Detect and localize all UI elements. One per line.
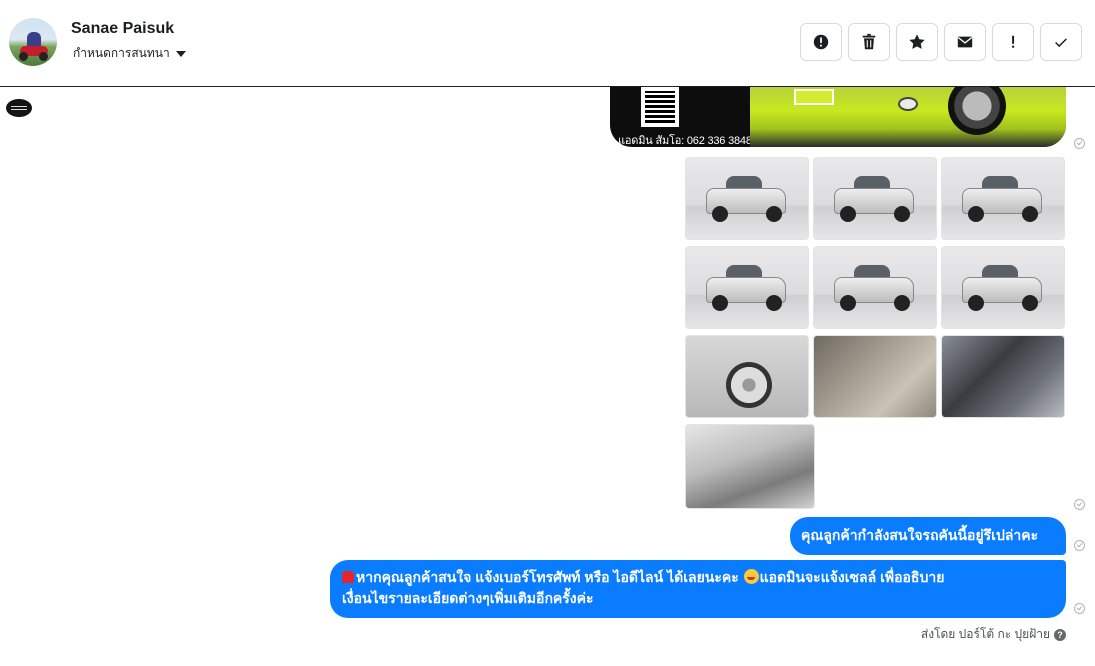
promo-banner-image[interactable]: แอดมิน สัมโอ: 062 336 3848	[610, 87, 1066, 147]
mark-unread-button[interactable]	[944, 23, 986, 61]
photo-wheel[interactable]	[685, 335, 809, 418]
seen-check-icon	[1074, 499, 1085, 510]
mark-spam-button[interactable]	[800, 23, 842, 61]
message-bubble[interactable]: คุณลูกค้ากำลังสนใจรถคันนี้อยู่รึเปล่าคะ	[790, 517, 1066, 555]
banner-truck-image	[750, 87, 1066, 147]
photo-truck-rear-right[interactable]	[941, 157, 1065, 240]
photo-gear-stick[interactable]	[813, 335, 937, 418]
alert-circle-icon	[813, 34, 829, 50]
mark-done-button[interactable]	[1040, 23, 1082, 61]
page-logo-icon	[6, 99, 32, 117]
photo-truck-side-left[interactable]	[813, 246, 937, 329]
seen-check-icon	[1074, 138, 1085, 149]
seen-check-icon	[1074, 540, 1085, 551]
message-bubble[interactable]: หากคุณลูกค้าสนใจ แจ้งเบอร์โทรศัพท์ หรือ …	[330, 560, 1066, 618]
sent-by-text: ส่งโดย ปอร์โต้ กะ ปุยฝ้าย	[920, 627, 1050, 641]
help-icon[interactable]: ?	[1054, 628, 1066, 641]
contact-name[interactable]: Sanae Paisuk	[71, 20, 174, 38]
follow-up-button[interactable]	[992, 23, 1034, 61]
exclamation-icon	[1012, 35, 1015, 48]
star-icon	[909, 34, 925, 49]
sent-by-label: ส่งโดย ปอร์โต้ กะ ปุยฝ้าย ?	[921, 625, 1066, 644]
conversation-header: Sanae Paisuk กำหนดการสนทนา	[0, 0, 1095, 87]
seen-check-icon	[1074, 603, 1085, 614]
assign-conversation-dropdown[interactable]: กำหนดการสนทนา	[73, 44, 186, 63]
conversation-actions	[800, 23, 1082, 61]
check-icon	[1055, 38, 1067, 48]
contact-avatar[interactable]	[9, 18, 57, 66]
message-text: คุณลูกค้ากำลังสนใจรถคันนี้อยู่รึเปล่าคะ	[801, 527, 1039, 543]
banner-contact-text: แอดมิน สัมโอ: 062 336 3848	[618, 135, 752, 147]
message-text-part2: แอดมินจะแจ้งเซลล์ เพื่ออธิบาย	[759, 569, 945, 585]
star-button[interactable]	[896, 23, 938, 61]
message-text-part3: เงื่อนไขรายละเอียดต่างๆเพิ่มเติมอีกครั้ง…	[342, 590, 594, 606]
photo-engine-bay[interactable]	[941, 335, 1065, 418]
siren-emoji-icon	[342, 571, 354, 583]
smiling-hearts-emoji-icon	[743, 569, 759, 584]
trash-icon	[862, 33, 876, 50]
caret-down-icon	[175, 51, 186, 57]
photo-truck-front[interactable]	[813, 157, 937, 240]
photo-truck-front-left[interactable]	[685, 157, 809, 240]
delete-button[interactable]	[848, 23, 890, 61]
photo-front-seat[interactable]	[685, 424, 815, 509]
assign-conversation-label: กำหนดการสนทนา	[73, 46, 170, 60]
photo-truck-side-right[interactable]	[941, 246, 1065, 329]
message-text-part1: หากคุณลูกค้าสนใจ แจ้งเบอร์โทรศัพท์ หรือ …	[356, 569, 739, 585]
qr-code-icon	[641, 87, 679, 127]
envelope-icon	[957, 36, 973, 48]
photo-truck-rear[interactable]	[685, 246, 809, 329]
